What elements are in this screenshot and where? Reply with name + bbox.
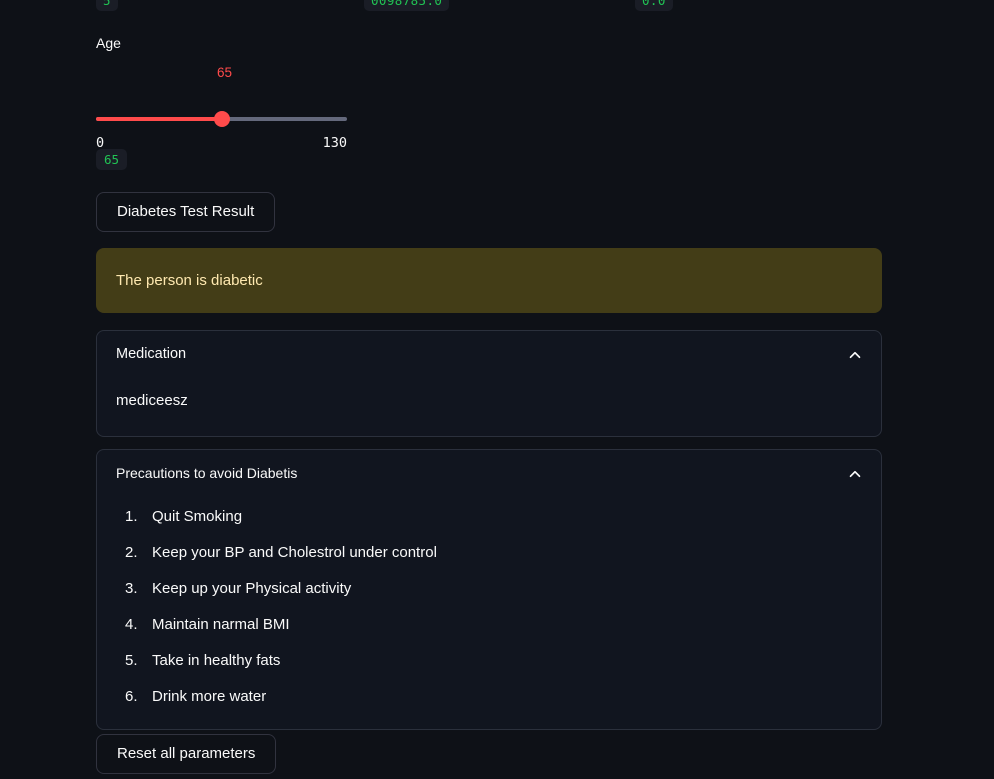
age-slider-thumb[interactable] — [213, 111, 230, 127]
age-value-badge: 65 — [96, 149, 128, 170]
age-slider-value: 65 — [216, 65, 233, 80]
diagnosis-alert: The person is diabetic — [96, 248, 882, 313]
precaution-item: Keep your BP and Cholestrol under contro… — [125, 543, 437, 563]
code-badge-2: 0098785.0 — [364, 0, 450, 11]
code-badge-3: 0.0 — [635, 0, 673, 11]
expander-precautions-body: Quit Smoking Keep your BP and Cholestrol … — [97, 495, 881, 729]
chevron-up-icon[interactable] — [847, 347, 863, 363]
age-slider-fill — [96, 117, 222, 121]
precaution-item: Take in healthy fats — [125, 651, 281, 671]
age-slider-track[interactable] — [96, 111, 347, 127]
medication-text: mediceesz — [116, 392, 188, 409]
expander-medication-title: Medication — [116, 346, 187, 362]
expander-precautions: Precautions to avoid Diabetis Quit Smoki… — [96, 449, 882, 730]
age-slider-max: 130 — [322, 135, 347, 151]
expander-precautions-header[interactable]: Precautions to avoid Diabetis — [97, 450, 881, 495]
precaution-item: Maintain narmal BMI — [125, 615, 290, 635]
age-slider-block: Age 65 0 130 — [96, 34, 347, 151]
diabetes-test-result-button[interactable]: Diabetes Test Result — [96, 192, 276, 232]
age-slider-label: Age — [96, 35, 121, 51]
chevron-up-icon[interactable] — [847, 466, 863, 482]
age-value-output: 65 — [96, 149, 128, 170]
code-badge-1: 5 — [96, 0, 118, 11]
diagnosis-alert-text: The person is diabetic — [116, 271, 263, 289]
precaution-item: Keep up your Physical activity — [125, 579, 352, 599]
precautions-list: Quit Smoking Keep your BP and Cholestrol … — [116, 499, 862, 707]
expander-medication-header[interactable]: Medication — [97, 331, 881, 376]
code-output-row: 5 0098785.0 0.0 — [96, 0, 886, 12]
expander-medication-body: mediceesz — [97, 376, 881, 436]
age-slider[interactable]: 65 0 130 — [96, 65, 347, 151]
precaution-item: Quit Smoking — [125, 507, 243, 527]
age-slider-bounds: 0 130 — [96, 135, 347, 151]
precaution-item: Drink more water — [125, 687, 267, 707]
expander-medication: Medication mediceesz — [96, 330, 882, 437]
expander-precautions-title: Precautions to avoid Diabetis — [116, 465, 298, 481]
reset-all-parameters-button[interactable]: Reset all parameters — [96, 734, 277, 774]
app-root: 5 0098785.0 0.0 Age 65 0 130 65 Diabetes… — [0, 0, 994, 779]
